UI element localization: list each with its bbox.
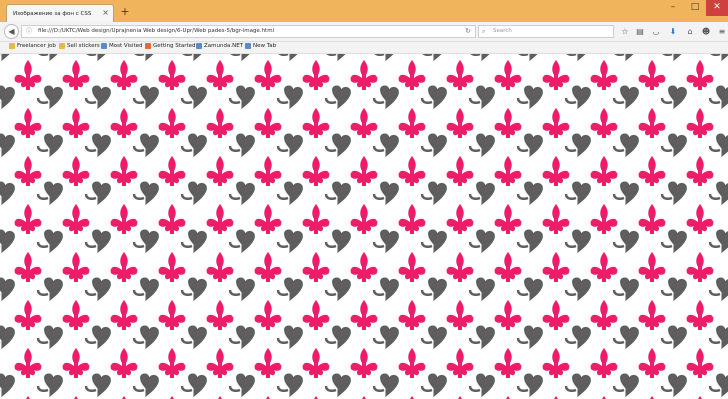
tab-title: Изображение за фон с CSS: [13, 10, 92, 17]
pocket-icon[interactable]: ◡: [650, 26, 662, 38]
search-icon: ⌕: [482, 28, 486, 35]
search-placeholder: Search: [493, 28, 512, 34]
search-input[interactable]: ⌕ Search: [478, 25, 614, 38]
chat-icon[interactable]: ☻: [700, 26, 712, 38]
browser-tab[interactable]: Изображение за фон с CSS ×: [6, 4, 114, 22]
maximize-button[interactable]: □: [684, 0, 706, 16]
bookmark-item[interactable]: Zamunda.NET: [196, 43, 243, 49]
menu-icon[interactable]: ≡: [716, 26, 728, 38]
close-window-button[interactable]: ✕: [706, 0, 728, 16]
tab-close-icon[interactable]: ×: [102, 8, 109, 17]
address-bar[interactable]: ⓘ file:///D:/UKTC/Web design/Uprajnenia …: [21, 25, 476, 38]
bookmark-item[interactable]: Most Visited: [101, 43, 142, 49]
bookmark-item[interactable]: Sell stickers: [59, 43, 100, 49]
bookmark-star-icon[interactable]: ☆: [619, 26, 631, 38]
firefox-icon: [145, 43, 151, 49]
bookmark-item[interactable]: New Tab: [245, 43, 276, 49]
background-pattern: [0, 54, 728, 399]
minimize-button[interactable]: –: [662, 0, 684, 16]
download-icon[interactable]: ⬇: [667, 26, 679, 38]
globe-icon: [245, 43, 251, 49]
bookmark-item[interactable]: Getting Started: [145, 43, 196, 49]
globe-icon: [101, 43, 107, 49]
navigation-bar: ◀ ⓘ file:///D:/UKTC/Web design/Uprajneni…: [0, 22, 728, 42]
bookmarks-toolbar: Freelancer job Sell stickers Most Visite…: [0, 42, 728, 54]
clipboard-icon[interactable]: ▤: [634, 26, 646, 38]
reload-icon[interactable]: ↻: [465, 26, 471, 37]
url-text: file:///D:/UKTC/Web design/Uprajnenia We…: [38, 28, 275, 34]
bookmark-item[interactable]: Freelancer job: [9, 43, 56, 49]
globe-icon: [196, 43, 202, 49]
page-content: [0, 54, 728, 399]
folder-icon: [9, 43, 15, 49]
site-info-icon[interactable]: ⓘ: [26, 26, 32, 37]
title-bar: Изображение за фон с CSS × + – □ ✕: [0, 0, 728, 22]
new-tab-button[interactable]: +: [118, 5, 132, 19]
home-icon[interactable]: ⌂: [684, 26, 696, 38]
folder-icon: [59, 43, 65, 49]
back-button[interactable]: ◀: [4, 24, 19, 39]
